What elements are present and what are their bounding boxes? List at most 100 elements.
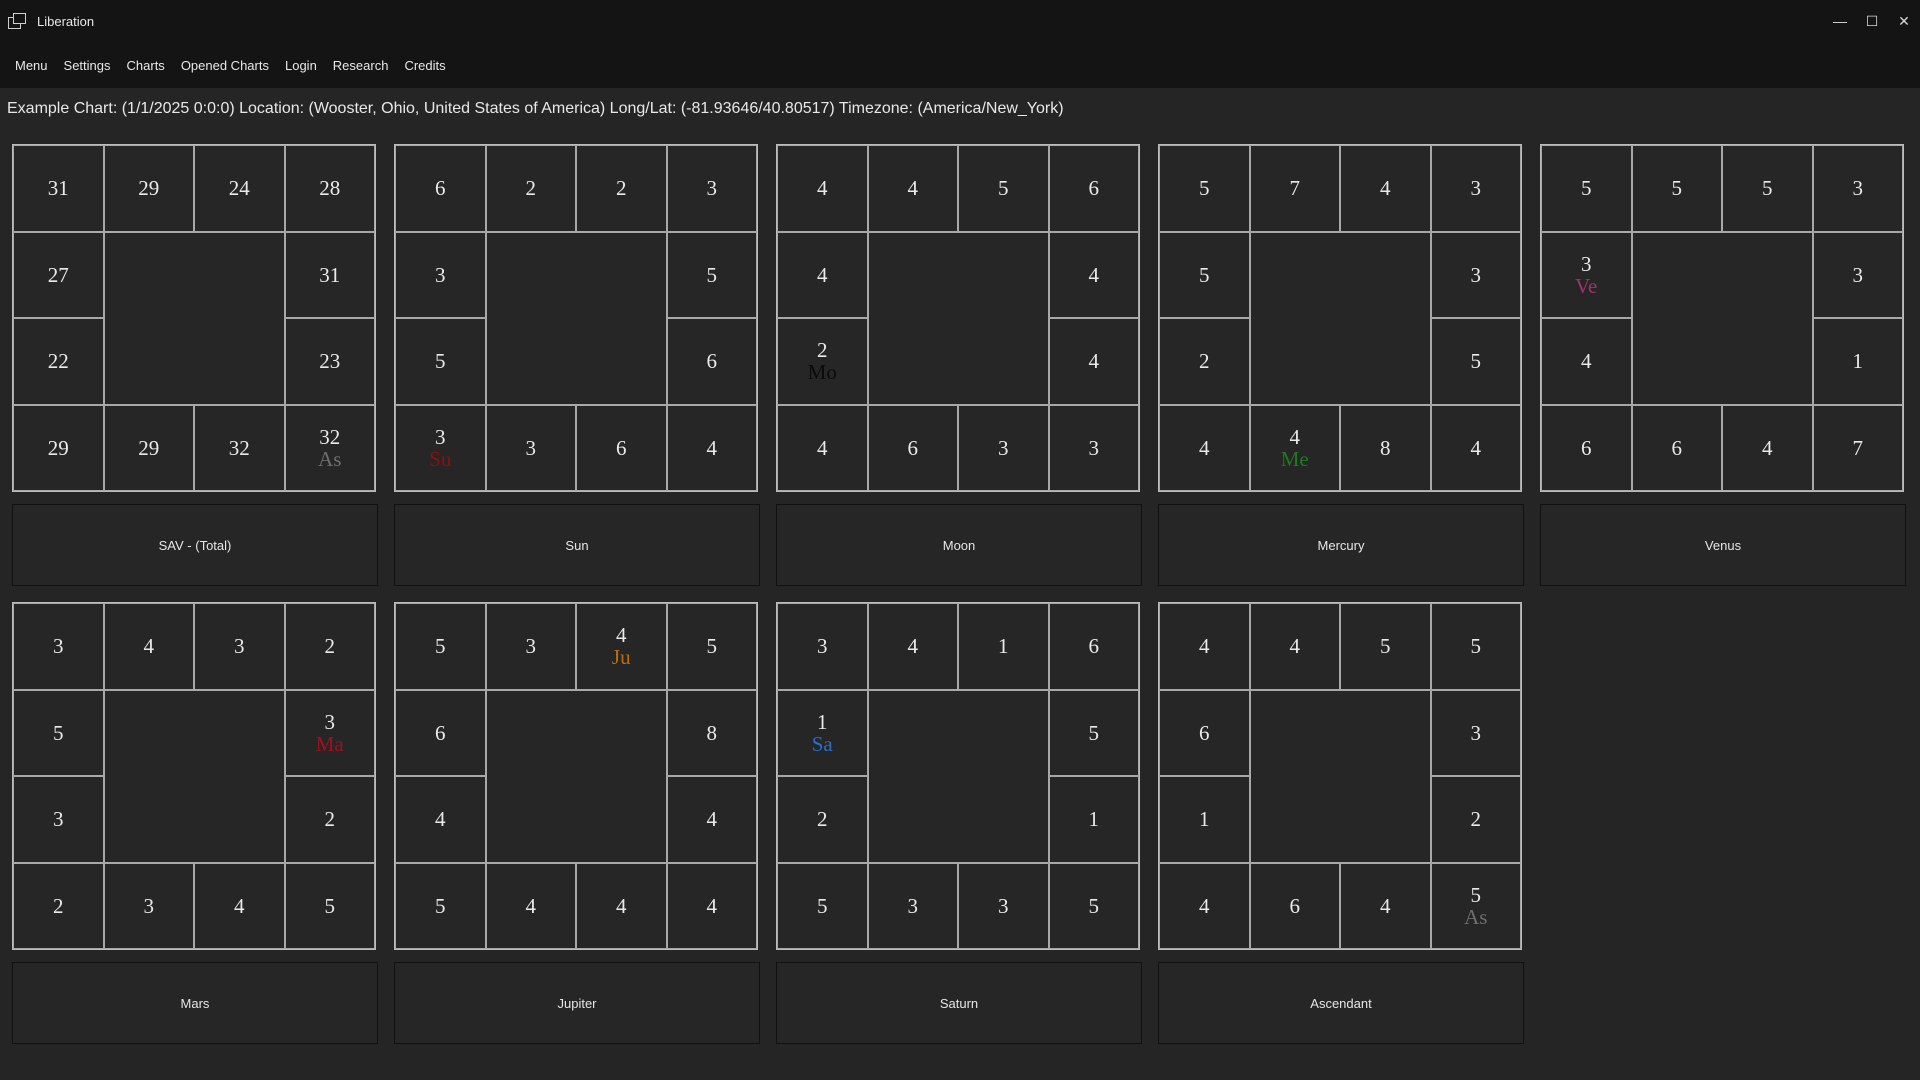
chart-cell: 2 [1159,318,1250,405]
chart-center [1249,689,1431,863]
menu-item-settings[interactable]: Settings [56,54,119,77]
chart-label-button[interactable]: Venus [1540,504,1906,586]
planet-marker: As [1464,904,1488,929]
cell-value: 5 [1671,176,1683,201]
maximize-icon[interactable]: ☐ [1856,0,1888,42]
menu-item-login[interactable]: Login [277,54,325,77]
cell-value: 5 [1762,176,1773,201]
chart-cell: 3 [194,603,285,690]
planet-marker: Me [1280,446,1309,471]
chart-label-button[interactable]: Saturn [776,962,1142,1044]
chart-cell: 6 [666,318,757,405]
chart-cell: 6 [395,145,486,232]
chart-cell: 5 [666,603,757,690]
chart-center [103,689,285,863]
chart-cell: 4 [1048,318,1139,405]
chart-cell: 5 [13,689,104,776]
chart-cell: 3 Su [395,404,486,491]
cell-value: 3 [1470,176,1482,201]
cell-value: 4 [1199,435,1210,460]
menu-item-credits[interactable]: Credits [396,54,453,77]
cell-value: 3 [1852,176,1864,201]
chart-cell: 3 [1812,145,1903,232]
chart-label-button[interactable]: Ascendant [1158,962,1524,1044]
chart-cell: 23 [284,318,375,405]
cell-value: 6 [435,720,446,745]
chart-cell: 4 Me [1249,404,1340,491]
chart-cell: 4 [1340,862,1431,949]
chart-label-button[interactable]: Mars [12,962,378,1044]
cell-value: 2 [53,893,64,918]
chart-cell: 4 [1430,404,1521,491]
chart-grid: 3 4 3 2 5 3 Ma 3 2 2 3 4 5 [12,602,376,950]
menu-item-menu[interactable]: Menu [7,54,56,77]
chart-grid: 31 29 24 28 27 31 22 23 29 29 32 32 As [12,144,376,492]
window-title: Liberation [37,13,95,29]
chart-label-button[interactable]: Sun [394,504,760,586]
cell-value: 2 [616,176,627,201]
cell-value: 5 [1581,176,1592,201]
menu-item-research[interactable]: Research [325,54,397,77]
chart-center [103,231,285,405]
chart-cell: 4 [576,862,667,949]
chart-cell: 3 [867,862,958,949]
chart-cell: 3 [1048,404,1139,491]
chart-cell: 4 Ju [576,603,667,690]
chart-label-button[interactable]: Mercury [1158,504,1524,586]
chart-cell: 3 [13,603,104,690]
cell-value: 4 [1380,176,1391,201]
cell-value: 1 [1852,349,1864,374]
chart-label-button[interactable]: Jupiter [394,962,760,1044]
cell-value: 5 [53,720,64,745]
cell-value: 2 [817,338,828,363]
cell-value: 4 [817,262,828,287]
chart-center [1249,231,1431,405]
cell-value: 4 [435,807,446,832]
cell-value: 5 [1470,349,1482,374]
cell-value: 4 [1088,262,1100,287]
cell-value: 4 [907,634,919,659]
cell-value: 4 [616,893,627,918]
minimize-icon[interactable]: — [1824,0,1856,42]
chart-label-button[interactable]: Moon [776,504,1142,586]
cell-value: 6 [1199,720,1210,745]
chart-cell: 29 [103,145,194,232]
chart-cell: 5 [1631,145,1722,232]
chart-cell: 4 [666,776,757,863]
cell-value: 23 [319,349,341,374]
chart-grid: 6 2 2 3 3 5 5 6 3 Su 3 6 4 [394,144,758,492]
chart-cell: 4 [1249,603,1340,690]
chart-cell: 2 [284,603,375,690]
cell-value: 3 [435,262,446,287]
chart-cell: 5 [666,231,757,318]
cell-value: 3 [998,435,1009,460]
chart-cell: 4 [1159,862,1250,949]
cell-value: 24 [228,176,250,201]
chart-cell: 28 [284,145,375,232]
cell-value: 5 [1199,262,1210,287]
cell-value: 3 [53,634,64,659]
cell-value: 6 [616,435,627,460]
cell-value: 4 [1380,893,1391,918]
cell-value: 4 [706,807,718,832]
chart-cell: 6 [395,689,486,776]
chart-cell: 5 [395,318,486,405]
cell-value: 5 [435,893,446,918]
cell-value: 6 [1671,435,1683,460]
chart-cell: 2 [777,776,868,863]
chart-cell: 31 [13,145,104,232]
chart-cell: 3 [958,404,1049,491]
cell-value: 4 [234,893,245,918]
chart-cell: 4 [194,862,285,949]
menu-item-opened-charts[interactable]: Opened Charts [173,54,277,77]
cell-value: 4 [1581,349,1592,374]
chart-label-button[interactable]: SAV - (Total) [12,504,378,586]
cell-value: 4 [817,176,828,201]
window-controls: — ☐ ✕ [1824,0,1920,42]
app-window-icon [8,13,26,29]
cell-value: 6 [435,176,446,201]
menu-item-charts[interactable]: Charts [119,54,173,77]
planet-marker: Ve [1575,273,1598,298]
chart-cell: 1 [1812,318,1903,405]
close-icon[interactable]: ✕ [1888,0,1920,42]
